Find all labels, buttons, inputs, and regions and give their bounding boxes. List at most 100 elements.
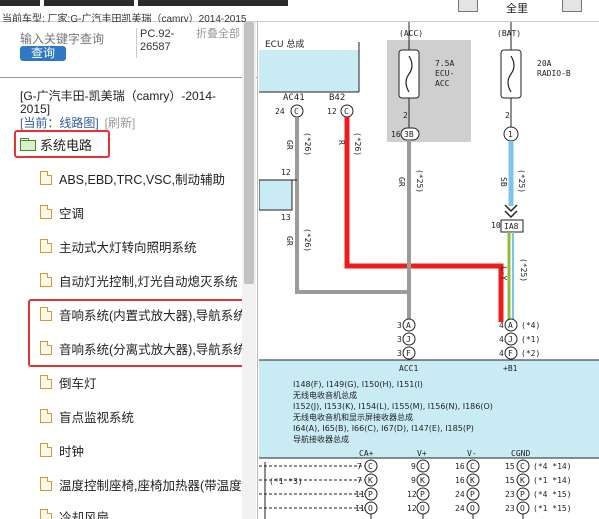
row3-b: 12 bbox=[407, 490, 417, 499]
wiring-diagram[interactable]: ECU 总成 AC41 B42 24 C 12 C 12 13 GR (*26)… bbox=[259, 22, 599, 519]
document-icon bbox=[40, 239, 52, 253]
wire-star25-b: (*25) bbox=[517, 169, 526, 193]
tree-item[interactable]: 倒车灯 bbox=[40, 372, 255, 392]
connector-1: 1 bbox=[508, 130, 513, 139]
wire-ly-label: L-Y bbox=[499, 266, 508, 281]
refresh-link[interactable]: [刷新] bbox=[105, 116, 136, 130]
row3-d: 23 bbox=[505, 490, 515, 499]
wire-gr-acc-label: GR bbox=[397, 177, 406, 187]
fold-all-button[interactable]: 折叠全部 bbox=[196, 28, 240, 41]
row3-bl: P bbox=[420, 490, 425, 499]
connector-ia8: IA8 bbox=[504, 222, 519, 231]
pin-13: 13 bbox=[281, 213, 291, 222]
row3-a: 11 bbox=[355, 490, 365, 499]
panel-divider bbox=[0, 77, 257, 78]
tree-item[interactable]: 自动灯光控制,灯光自动熄灭系统 bbox=[40, 270, 255, 290]
tree-item-label: 时钟 bbox=[59, 444, 85, 459]
document-icon bbox=[40, 205, 52, 219]
acc1-label: ACC1 bbox=[399, 364, 418, 373]
pin-letter-c2: C bbox=[344, 107, 349, 116]
tree-root-system-circuits[interactable]: 系统电路 bbox=[14, 130, 110, 158]
document-icon bbox=[40, 375, 52, 389]
pin-letter-c: C bbox=[294, 107, 299, 116]
search-divider bbox=[136, 28, 137, 58]
highlight-box bbox=[28, 299, 249, 367]
document-icon bbox=[40, 509, 52, 519]
wire-star26-a: (*26) bbox=[303, 132, 312, 156]
row1-note: (*4 *14) bbox=[533, 462, 572, 471]
row2-a: 7 bbox=[357, 476, 362, 485]
row4-cl: O bbox=[470, 504, 475, 513]
toolbar-button-right[interactable] bbox=[562, 0, 582, 12]
scrollbar-thumb[interactable] bbox=[244, 22, 254, 284]
left-pin-letter-3: F bbox=[406, 349, 411, 358]
ecu-box bbox=[259, 50, 359, 92]
tree-item[interactable]: 冷却风扇 bbox=[40, 506, 255, 519]
tree-item[interactable]: 主动式大灯转向照明系统 bbox=[40, 236, 255, 256]
row3-dl: P bbox=[520, 490, 525, 499]
tab-strip-2[interactable] bbox=[44, 0, 134, 6]
search-button[interactable]: 查询 bbox=[20, 46, 66, 61]
row1-c: 16 bbox=[455, 462, 465, 471]
header-cgnd: CGND bbox=[511, 449, 530, 458]
ecu-label: ECU 总成 bbox=[265, 38, 304, 50]
header-vplus: V+ bbox=[417, 449, 427, 458]
left-pin-num-1: 3 bbox=[397, 321, 402, 330]
row4-bl: O bbox=[420, 504, 425, 513]
pc-code: PC.92-26587 bbox=[140, 28, 175, 53]
search-input[interactable] bbox=[20, 31, 135, 47]
toolbar-button[interactable] bbox=[458, 0, 478, 12]
wire-gr-label-b: GR bbox=[285, 236, 294, 246]
pin-2a: 2 bbox=[403, 111, 408, 120]
row3-note: (*4 *15) bbox=[533, 490, 572, 499]
row1-b: 9 bbox=[411, 462, 416, 471]
right-pin-letter-3: F bbox=[508, 349, 513, 358]
row1-al: C bbox=[368, 462, 373, 471]
right-pin-note-2: (*1) bbox=[521, 335, 540, 344]
left-pin-letter-2: J bbox=[406, 335, 411, 344]
row2-note: (*1 *14) bbox=[533, 476, 572, 485]
tree-item-label: 空调 bbox=[59, 206, 85, 221]
tree-item[interactable]: 时钟 bbox=[40, 440, 255, 460]
tree-item[interactable]: ABS,EBD,TRC,VSC,制动辅助 bbox=[40, 168, 255, 188]
acc-fuse-name1: ECU- bbox=[435, 69, 454, 78]
tree-item-label: 主动式大灯转向照明系统 bbox=[59, 240, 197, 255]
tab-strip-1[interactable] bbox=[0, 0, 40, 6]
row1-cl: C bbox=[470, 462, 475, 471]
tree-item[interactable]: 空调 bbox=[40, 202, 255, 222]
wiring-diagram-svg: ECU 总成 AC41 B42 24 C 12 C 12 13 GR (*26)… bbox=[259, 22, 599, 519]
window-tabs bbox=[0, 0, 300, 6]
pin-10: 10 bbox=[491, 221, 501, 230]
connector-ac41: AC41 bbox=[283, 93, 305, 103]
row1-a: 7 bbox=[357, 462, 362, 471]
tree-title: [G-广汽丰田-凯美瑞（camry）-2014-2015] bbox=[20, 89, 217, 116]
pin-24: 24 bbox=[275, 107, 285, 116]
tree-item-label: 冷却风扇 bbox=[59, 510, 110, 519]
tree-item[interactable]: 温度控制座椅,座椅加热器(带温度 bbox=[40, 474, 255, 494]
right-pin-note-1: (*4) bbox=[521, 321, 540, 330]
wire-r-label: R bbox=[337, 140, 346, 145]
b1-label: +B1 bbox=[503, 364, 518, 373]
wire-sb-label: SB bbox=[499, 177, 508, 187]
row3-c: 24 bbox=[455, 490, 465, 499]
document-icon bbox=[40, 477, 52, 491]
tab-strip-3[interactable] bbox=[138, 0, 288, 6]
radio-line-2: 无线电收音机总成 bbox=[293, 390, 357, 400]
row3-al: P bbox=[368, 490, 373, 499]
toolbar-label[interactable]: 全里 bbox=[506, 0, 528, 16]
ecu-sub-box bbox=[259, 179, 293, 211]
header-vminus: V- bbox=[467, 449, 477, 458]
row2-cl: K bbox=[470, 476, 475, 485]
left-panel: 查询 PC.92-26587 折叠全部 [G-广汽丰田-凯美瑞（camry）-2… bbox=[0, 22, 258, 519]
connector-3b: 3B bbox=[404, 130, 414, 139]
breadcrumb: [当前：线路图] [刷新] bbox=[20, 114, 135, 131]
right-pin-num-1: 4 bbox=[499, 321, 504, 330]
right-pin-note-3: (*2) bbox=[521, 349, 540, 358]
row4-b: 12 bbox=[407, 504, 417, 513]
bat-title: (BAT) bbox=[497, 29, 521, 38]
tree-item[interactable]: 盲点监视系统 bbox=[40, 406, 255, 426]
wire-star25-a: (*25) bbox=[415, 169, 424, 193]
tree-item-label: 温度控制座椅,座椅加热器(带温度 bbox=[59, 478, 242, 493]
row4-note: (*1 *15) bbox=[533, 504, 572, 513]
row3-cl: P bbox=[470, 490, 475, 499]
